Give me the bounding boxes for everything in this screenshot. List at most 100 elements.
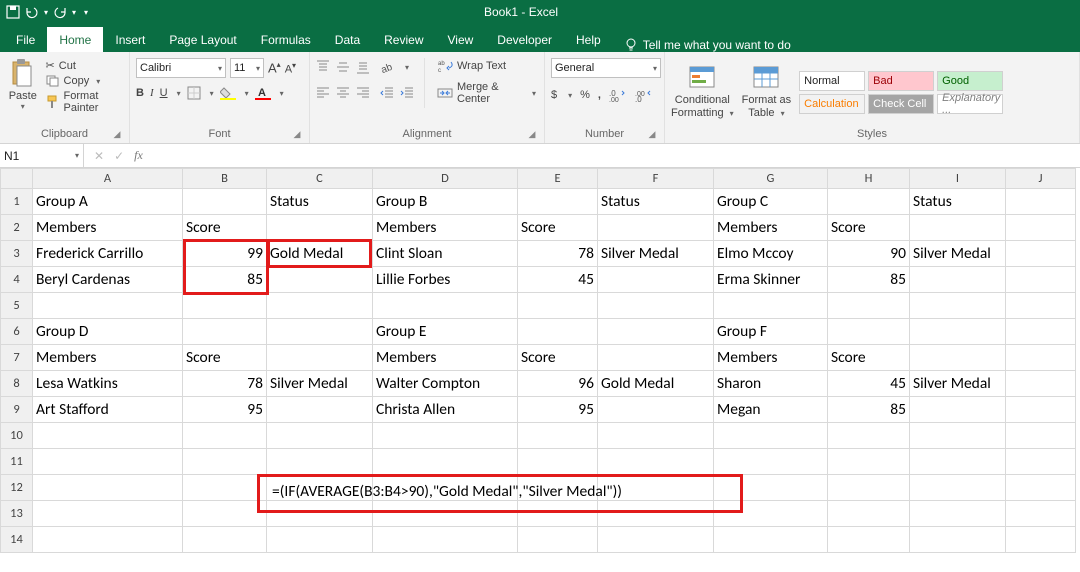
cell-F9[interactable]	[598, 397, 714, 423]
row-header-12[interactable]: 12	[1, 475, 33, 501]
font-dialog-launcher[interactable]: ◢	[291, 128, 303, 140]
cell-E3[interactable]: 78	[518, 241, 598, 267]
cell-E13[interactable]	[518, 501, 598, 527]
cell-A2[interactable]: Members	[33, 215, 183, 241]
cell-D9[interactable]: Christa Allen	[373, 397, 518, 423]
cell-H10[interactable]	[828, 423, 910, 449]
cell-J7[interactable]	[1006, 345, 1076, 371]
cell-I12[interactable]	[910, 475, 1006, 501]
font-color-icon[interactable]: A	[255, 86, 271, 100]
cell-B7[interactable]: Score	[183, 345, 267, 371]
orientation-icon[interactable]: ab	[380, 60, 396, 74]
cell-A8[interactable]: Lesa Watkins	[33, 371, 183, 397]
tab-review[interactable]: Review	[372, 27, 435, 52]
worksheet-grid[interactable]: ABCDEFGHIJ1Group AStatusGroup BStatusGro…	[0, 168, 1080, 553]
cell-B9[interactable]: 95	[183, 397, 267, 423]
cell-J12[interactable]	[1006, 475, 1076, 501]
cell-G3[interactable]: Elmo Mccoy	[714, 241, 828, 267]
cell-E14[interactable]	[518, 527, 598, 553]
tab-view[interactable]: View	[436, 27, 486, 52]
cell-D5[interactable]	[373, 293, 518, 319]
cell-C14[interactable]	[267, 527, 373, 553]
cell-E5[interactable]	[518, 293, 598, 319]
row-header-3[interactable]: 3	[1, 241, 33, 267]
cell-E4[interactable]: 45	[518, 267, 598, 293]
cell-F13[interactable]	[598, 501, 714, 527]
cell-I14[interactable]	[910, 527, 1006, 553]
row-header-14[interactable]: 14	[1, 527, 33, 553]
cell-I11[interactable]	[910, 449, 1006, 475]
number-dialog-launcher[interactable]: ◢	[646, 128, 658, 140]
cell-G6[interactable]: Group F	[714, 319, 828, 345]
cell-H9[interactable]: 85	[828, 397, 910, 423]
alignment-dialog-launcher[interactable]: ◢	[526, 128, 538, 140]
cell-F1[interactable]: Status	[598, 189, 714, 215]
cell-J11[interactable]	[1006, 449, 1076, 475]
row-header-11[interactable]: 11	[1, 449, 33, 475]
cell-G8[interactable]: Sharon	[714, 371, 828, 397]
decrease-decimal-icon[interactable]: .00.0	[635, 88, 653, 102]
percent-format-icon[interactable]: %	[580, 89, 590, 101]
cell-A4[interactable]: Beryl Cardenas	[33, 267, 183, 293]
cell-B11[interactable]	[183, 449, 267, 475]
cell-J5[interactable]	[1006, 293, 1076, 319]
cell-J3[interactable]	[1006, 241, 1076, 267]
align-middle-icon[interactable]	[336, 60, 350, 74]
cell-J14[interactable]	[1006, 527, 1076, 553]
cell-E7[interactable]: Score	[518, 345, 598, 371]
col-header-B[interactable]: B	[183, 169, 267, 189]
increase-indent-icon[interactable]	[400, 86, 414, 100]
font-size-combo[interactable]: 11▾	[230, 58, 264, 78]
cell-A7[interactable]: Members	[33, 345, 183, 371]
tab-file[interactable]: File	[4, 27, 47, 52]
cell-J9[interactable]	[1006, 397, 1076, 423]
col-header-H[interactable]: H	[828, 169, 910, 189]
clipboard-dialog-launcher[interactable]: ◢	[111, 128, 123, 140]
cell-D10[interactable]	[373, 423, 518, 449]
cell-E6[interactable]	[518, 319, 598, 345]
cell-D13[interactable]	[373, 501, 518, 527]
cell-C10[interactable]	[267, 423, 373, 449]
cell-J13[interactable]	[1006, 501, 1076, 527]
fill-color-icon[interactable]	[220, 86, 236, 100]
tab-home[interactable]: Home	[47, 27, 103, 52]
cell-B6[interactable]	[183, 319, 267, 345]
cell-E9[interactable]: 95	[518, 397, 598, 423]
cell-F14[interactable]	[598, 527, 714, 553]
cell-A1[interactable]: Group A	[33, 189, 183, 215]
cell-J1[interactable]	[1006, 189, 1076, 215]
tab-formulas[interactable]: Formulas	[249, 27, 323, 52]
cell-C3[interactable]: Gold Medal	[267, 241, 373, 267]
cell-H12[interactable]	[828, 475, 910, 501]
copy-button[interactable]: Copy▾	[44, 74, 123, 88]
cell-J6[interactable]	[1006, 319, 1076, 345]
cell-H14[interactable]	[828, 527, 910, 553]
cell-B4[interactable]: 85	[183, 267, 267, 293]
cell-C1[interactable]: Status	[267, 189, 373, 215]
cell-H6[interactable]	[828, 319, 910, 345]
select-all-corner[interactable]	[1, 169, 33, 189]
col-header-D[interactable]: D	[373, 169, 518, 189]
cell-H7[interactable]: Score	[828, 345, 910, 371]
cell-C7[interactable]	[267, 345, 373, 371]
cell-I5[interactable]	[910, 293, 1006, 319]
col-header-E[interactable]: E	[518, 169, 598, 189]
decrease-font-icon[interactable]: A▾	[285, 61, 296, 76]
row-header-5[interactable]: 5	[1, 293, 33, 319]
cell-H2[interactable]: Score	[828, 215, 910, 241]
bold-button[interactable]: B	[136, 87, 144, 99]
increase-font-icon[interactable]: A▴	[268, 60, 281, 75]
row-header-4[interactable]: 4	[1, 267, 33, 293]
comma-format-icon[interactable]: ,	[598, 89, 601, 101]
format-as-table-button[interactable]: Format as Table ▾	[742, 65, 792, 119]
tab-data[interactable]: Data	[323, 27, 372, 52]
cell-D7[interactable]: Members	[373, 345, 518, 371]
cell-C13[interactable]	[267, 501, 373, 527]
save-icon[interactable]	[6, 5, 20, 19]
cell-I13[interactable]	[910, 501, 1006, 527]
cell-G7[interactable]: Members	[714, 345, 828, 371]
cell-A3[interactable]: Frederick Carrillo	[33, 241, 183, 267]
fx-icon[interactable]: fx	[134, 148, 143, 163]
cell-B3[interactable]: 99	[183, 241, 267, 267]
row-header-2[interactable]: 2	[1, 215, 33, 241]
